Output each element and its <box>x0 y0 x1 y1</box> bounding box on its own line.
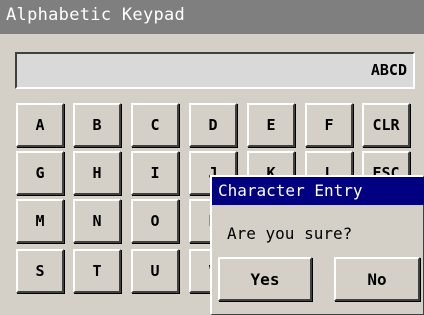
key-i[interactable]: I <box>131 151 179 195</box>
entry-display: ABCD <box>15 52 415 89</box>
key-m[interactable]: M <box>16 199 64 243</box>
key-d[interactable]: D <box>189 103 237 147</box>
key-o[interactable]: O <box>131 199 179 243</box>
confirm-dialog-message: Are you sure? <box>227 224 353 243</box>
key-n[interactable]: N <box>73 199 121 243</box>
key-a[interactable]: A <box>16 103 64 147</box>
key-clr[interactable]: CLR <box>362 103 410 147</box>
key-t[interactable]: T <box>73 249 121 293</box>
confirm-dialog: Character Entry Are you sure? Yes No <box>210 175 424 315</box>
key-f[interactable]: F <box>305 103 353 147</box>
key-c[interactable]: C <box>131 103 179 147</box>
key-g[interactable]: G <box>16 151 64 195</box>
key-s[interactable]: S <box>16 249 64 293</box>
yes-button[interactable]: Yes <box>218 257 312 301</box>
confirm-dialog-titlebar[interactable]: Character Entry <box>212 177 424 205</box>
key-h[interactable]: H <box>73 151 121 195</box>
key-b[interactable]: B <box>73 103 121 147</box>
key-e[interactable]: E <box>247 103 295 147</box>
keypad-titlebar[interactable]: Alphabetic Keypad <box>0 0 424 34</box>
key-u[interactable]: U <box>131 249 179 293</box>
no-button[interactable]: No <box>334 257 420 301</box>
keypad-title: Alphabetic Keypad <box>6 5 186 25</box>
entry-display-value: ABCD <box>370 61 407 79</box>
confirm-dialog-title: Character Entry <box>218 181 363 200</box>
